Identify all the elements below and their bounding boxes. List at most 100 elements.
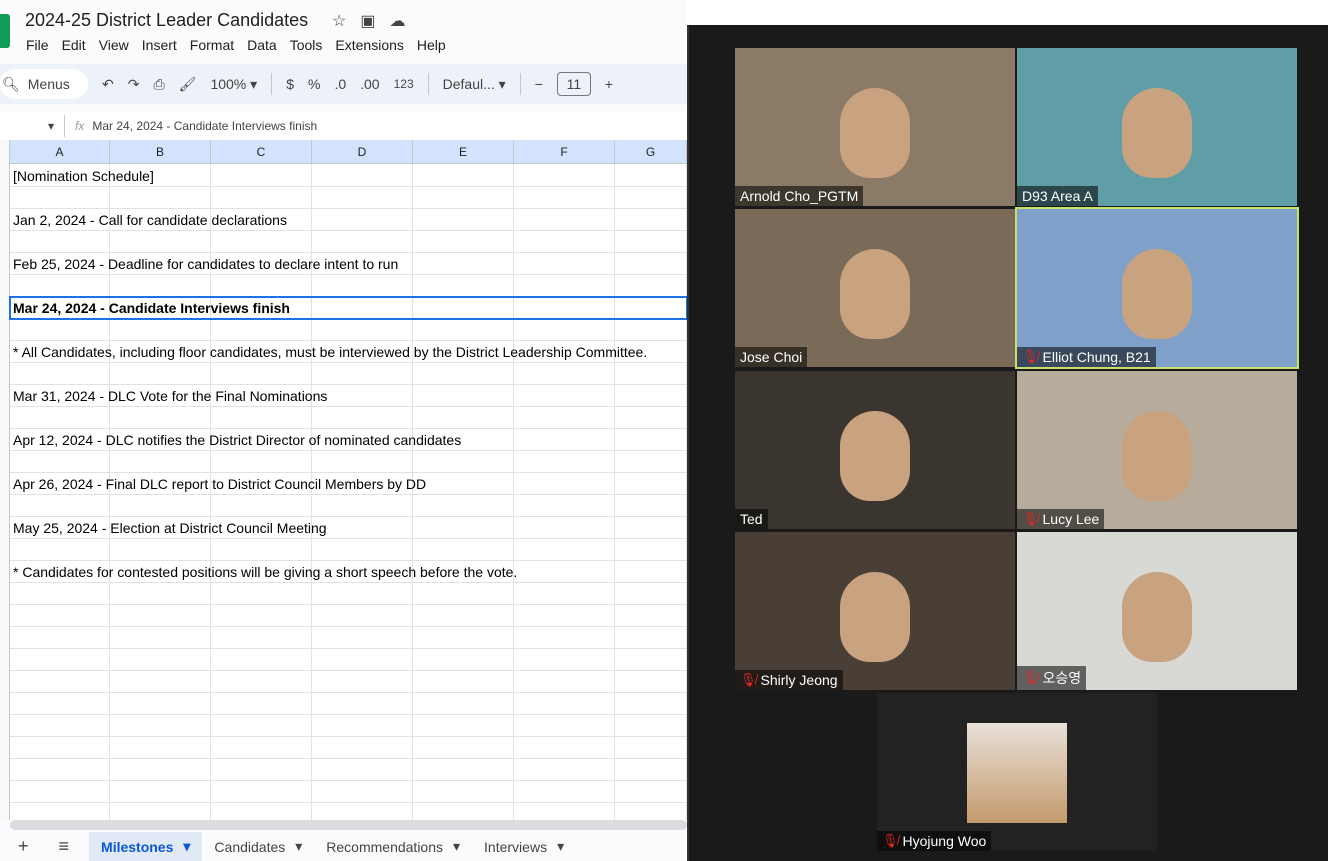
- participant-video-tile[interactable]: D93 Area A: [1017, 48, 1297, 206]
- participant-name-label: Arnold Cho_PGTM: [735, 186, 864, 206]
- participant-video-tile[interactable]: 🎙︎̸ Elliot Chung, B21: [1015, 207, 1299, 369]
- participant-video-tile[interactable]: Arnold Cho_PGTM: [735, 48, 1015, 206]
- participant-video-tile[interactable]: 🎙︎̸ Hyojung Woo: [877, 693, 1157, 851]
- table-row[interactable]: [10, 451, 687, 473]
- table-row[interactable]: [10, 187, 687, 209]
- font-size-input[interactable]: 11: [556, 72, 591, 96]
- table-row[interactable]: Apr 12, 2024 - DLC notifies the District…: [10, 429, 687, 451]
- horizontal-scrollbar[interactable]: [10, 820, 687, 830]
- toolbar: 🔍︎ Menus ↶ ↷ ⎙ 🖌︎ 100% ▾ $ % .0 .00 123 D…: [0, 64, 687, 104]
- table-row[interactable]: [10, 363, 687, 385]
- table-row[interactable]: [10, 495, 687, 517]
- column-header-g[interactable]: G: [615, 140, 687, 164]
- chevron-down-icon[interactable]: ▾: [557, 838, 564, 855]
- zoom-select[interactable]: 100% ▾: [210, 76, 257, 93]
- participant-video: [840, 572, 910, 662]
- menu-format[interactable]: Format: [190, 37, 234, 53]
- row-header-column: [0, 140, 10, 820]
- table-row[interactable]: [10, 627, 687, 649]
- table-row[interactable]: * All Candidates, including floor candid…: [10, 341, 687, 363]
- font-select[interactable]: Defaul... ▾: [443, 76, 506, 93]
- increase-decimal-button[interactable]: .00: [360, 76, 379, 92]
- column-header-c[interactable]: C: [211, 140, 312, 164]
- print-icon[interactable]: ⎙: [153, 76, 164, 93]
- table-row[interactable]: [10, 649, 687, 671]
- column-header-b[interactable]: B: [110, 140, 211, 164]
- add-sheet-button[interactable]: +: [0, 832, 47, 861]
- redo-icon[interactable]: ↷: [128, 76, 140, 93]
- participant-video-tile[interactable]: Jose Choi: [735, 209, 1015, 367]
- table-row[interactable]: Jan 2, 2024 - Call for candidate declara…: [10, 209, 687, 231]
- table-row[interactable]: Feb 25, 2024 - Deadline for candidates t…: [10, 253, 687, 275]
- table-row[interactable]: [10, 671, 687, 693]
- participant-video-tile[interactable]: 🎙︎̸ Shirly Jeong: [735, 532, 1015, 690]
- column-header-a[interactable]: A: [10, 140, 110, 164]
- tab-interviews[interactable]: Interviews ▾: [472, 832, 576, 861]
- column-header-f[interactable]: F: [514, 140, 615, 164]
- participant-name: Jose Choi: [740, 349, 803, 365]
- participant-video-tile[interactable]: Ted: [735, 371, 1015, 529]
- menu-data[interactable]: Data: [247, 37, 277, 53]
- table-row[interactable]: Apr 26, 2024 - Final DLC report to Distr…: [10, 473, 687, 495]
- font-size-decrease-button[interactable]: −: [535, 76, 543, 92]
- paint-format-icon[interactable]: 🖌︎: [179, 76, 197, 93]
- participant-name-label: 🎙︎̸ Hyojung Woo: [877, 831, 992, 851]
- table-row[interactable]: [10, 781, 687, 803]
- participant-name: Ted: [740, 511, 763, 527]
- tab-candidates[interactable]: Candidates ▾: [202, 832, 314, 861]
- font-size-increase-button[interactable]: +: [605, 76, 613, 92]
- sheets-logo-icon[interactable]: [0, 14, 10, 48]
- menu-insert[interactable]: Insert: [142, 37, 177, 53]
- table-row[interactable]: [10, 407, 687, 429]
- table-row[interactable]: [Nomination Schedule]: [10, 165, 687, 187]
- table-row[interactable]: [10, 231, 687, 253]
- table-row[interactable]: May 25, 2024 - Election at District Coun…: [10, 517, 687, 539]
- table-row[interactable]: [10, 715, 687, 737]
- table-row[interactable]: [10, 693, 687, 715]
- undo-icon[interactable]: ↶: [102, 76, 114, 93]
- chevron-down-icon[interactable]: ▾: [295, 838, 302, 855]
- star-icon[interactable]: ☆: [332, 11, 346, 31]
- chevron-down-icon[interactable]: ▾: [183, 838, 190, 855]
- formula-input[interactable]: Mar 24, 2024 - Candidate Interviews fini…: [92, 119, 317, 133]
- table-row[interactable]: [10, 539, 687, 561]
- table-row[interactable]: [10, 737, 687, 759]
- tab-label: Interviews: [484, 838, 548, 855]
- microphone-muted-icon: 🎙︎̸: [1022, 511, 1039, 526]
- tab-label: Recommendations: [326, 838, 444, 855]
- more-formats-button[interactable]: 123: [394, 77, 414, 91]
- chevron-down-icon[interactable]: ▾: [453, 838, 460, 855]
- menu-help[interactable]: Help: [417, 37, 446, 53]
- table-row[interactable]: [10, 605, 687, 627]
- currency-button[interactable]: $: [286, 76, 294, 92]
- table-row[interactable]: [10, 583, 687, 605]
- column-header-d[interactable]: D: [312, 140, 413, 164]
- menu-file[interactable]: File: [26, 37, 49, 53]
- spreadsheet-grid[interactable]: A B C D E F G [Nomination Schedule] Jan 2, 2024 …: [0, 140, 687, 825]
- table-row[interactable]: [10, 319, 687, 341]
- move-folder-icon[interactable]: ▣: [360, 11, 375, 31]
- table-row[interactable]: [10, 759, 687, 781]
- menu-search[interactable]: 🔍︎ Menus: [0, 69, 88, 99]
- percent-button[interactable]: %: [308, 76, 320, 92]
- participant-video: [1122, 249, 1192, 339]
- menu-tools[interactable]: Tools: [290, 37, 323, 53]
- all-sheets-button[interactable]: ≡: [47, 832, 82, 861]
- decrease-decimal-button[interactable]: .0: [334, 76, 346, 92]
- menu-edit[interactable]: Edit: [62, 37, 86, 53]
- tab-recommendations[interactable]: Recommendations ▾: [314, 832, 472, 861]
- participant-name-label: 🎙︎̸ Shirly Jeong: [735, 670, 843, 690]
- participant-video-tile[interactable]: 🎙︎̸ 오승영: [1017, 532, 1297, 690]
- menu-extensions[interactable]: Extensions: [335, 37, 403, 53]
- table-row[interactable]: Mar 24, 2024 - Candidate Interviews fini…: [9, 296, 687, 320]
- table-row[interactable]: * Candidates for contested positions wil…: [10, 561, 687, 583]
- table-row[interactable]: Mar 31, 2024 - DLC Vote for the Final No…: [10, 385, 687, 407]
- tab-milestones[interactable]: Milestones ▾: [89, 832, 203, 861]
- menu-view[interactable]: View: [99, 37, 129, 53]
- document-title[interactable]: 2024-25 District Leader Candidates: [25, 10, 308, 31]
- cloud-saved-icon[interactable]: ☁: [389, 11, 405, 31]
- column-header-e[interactable]: E: [413, 140, 514, 164]
- table-row[interactable]: [10, 275, 687, 297]
- participant-video-tile[interactable]: 🎙︎̸ Lucy Lee: [1017, 371, 1297, 529]
- name-box-dropdown-icon[interactable]: ▾: [48, 119, 54, 133]
